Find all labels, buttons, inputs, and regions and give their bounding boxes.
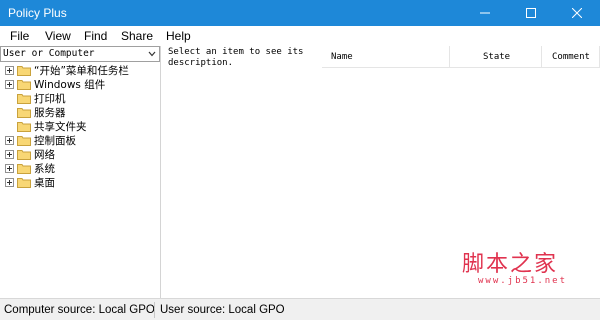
close-icon bbox=[572, 8, 582, 18]
tree-item[interactable]: Windows 组件 bbox=[0, 77, 160, 91]
tree-item-label: 网络 bbox=[34, 149, 55, 161]
column-header-comment[interactable]: Comment bbox=[542, 46, 600, 68]
expand-icon[interactable] bbox=[5, 150, 14, 159]
close-button[interactable] bbox=[554, 0, 600, 26]
tree-item[interactable]: 服务器 bbox=[0, 105, 160, 119]
watermark-logo: 脚本之家 bbox=[462, 252, 559, 277]
folder-icon bbox=[17, 108, 31, 118]
folder-icon bbox=[17, 178, 31, 188]
folder-icon bbox=[17, 150, 31, 160]
tree-item[interactable]: “开始”菜单和任务栏 bbox=[0, 63, 160, 77]
tree-item-label: 服务器 bbox=[34, 107, 66, 119]
expand-icon[interactable] bbox=[5, 178, 14, 187]
menu-file[interactable]: File bbox=[10, 29, 29, 43]
expand-icon[interactable] bbox=[5, 136, 14, 145]
tree-item-label: 桌面 bbox=[34, 177, 55, 189]
tree-item-label: Windows 组件 bbox=[34, 79, 106, 91]
folder-icon bbox=[17, 164, 31, 174]
menu-help[interactable]: Help bbox=[166, 29, 191, 43]
expand-icon[interactable] bbox=[5, 164, 14, 173]
minimize-icon bbox=[480, 12, 490, 14]
minimize-button[interactable] bbox=[462, 0, 508, 26]
column-header-state[interactable]: State bbox=[450, 46, 542, 68]
expand-icon[interactable] bbox=[5, 66, 14, 75]
category-pane: User or Computer “开始”菜单和任务栏 Windows 组件 打… bbox=[0, 46, 161, 298]
description-pane: Select an item to see its description. bbox=[162, 46, 322, 298]
tree-item[interactable]: 共享文件夹 bbox=[0, 119, 160, 133]
menu-view[interactable]: View bbox=[45, 29, 71, 43]
description-text: Select an item to see its description. bbox=[168, 47, 304, 68]
tree-item-label: 打印机 bbox=[34, 93, 66, 105]
folder-icon bbox=[17, 80, 31, 90]
scope-selector[interactable]: User or Computer bbox=[0, 46, 160, 62]
tree-item[interactable]: 系统 bbox=[0, 161, 160, 175]
tree-item-label: 系统 bbox=[34, 163, 55, 175]
column-header-label: State bbox=[483, 52, 511, 62]
tree-item[interactable]: 桌面 bbox=[0, 175, 160, 189]
column-header-label: Name bbox=[331, 52, 353, 62]
folder-icon bbox=[17, 122, 31, 132]
folder-icon bbox=[17, 136, 31, 146]
window-title: Policy Plus bbox=[8, 6, 67, 20]
maximize-button[interactable] bbox=[508, 0, 554, 26]
tree-item[interactable]: 网络 bbox=[0, 147, 160, 161]
scope-selector-value: User or Computer bbox=[3, 48, 95, 59]
folder-icon bbox=[17, 66, 31, 76]
watermark-url: www.jb51.net bbox=[478, 276, 568, 286]
menu-find[interactable]: Find bbox=[84, 29, 107, 43]
column-header-name[interactable]: Name bbox=[322, 46, 450, 68]
tree-item-label: 控制面板 bbox=[34, 135, 76, 147]
maximize-icon bbox=[526, 8, 536, 18]
tree-item[interactable]: 打印机 bbox=[0, 91, 160, 105]
status-divider bbox=[154, 302, 155, 318]
status-bar: Computer source: Local GPO User source: … bbox=[0, 298, 600, 320]
column-header-label: Comment bbox=[552, 52, 590, 62]
chevron-down-icon bbox=[148, 51, 156, 57]
tree-item-label: “开始”菜单和任务栏 bbox=[34, 65, 129, 77]
folder-icon bbox=[17, 94, 31, 104]
tree-item-label: 共享文件夹 bbox=[34, 121, 87, 133]
title-bar: Policy Plus bbox=[0, 0, 600, 26]
expand-icon[interactable] bbox=[5, 80, 14, 89]
computer-source-status: Computer source: Local GPO bbox=[4, 304, 155, 316]
menu-bar: File View Find Share Help bbox=[0, 26, 600, 46]
user-source-status: User source: Local GPO bbox=[160, 304, 285, 316]
menu-share[interactable]: Share bbox=[121, 29, 153, 43]
tree-item[interactable]: 控制面板 bbox=[0, 133, 160, 147]
watermark: 脚本之家 www.jb51.net bbox=[462, 246, 572, 290]
